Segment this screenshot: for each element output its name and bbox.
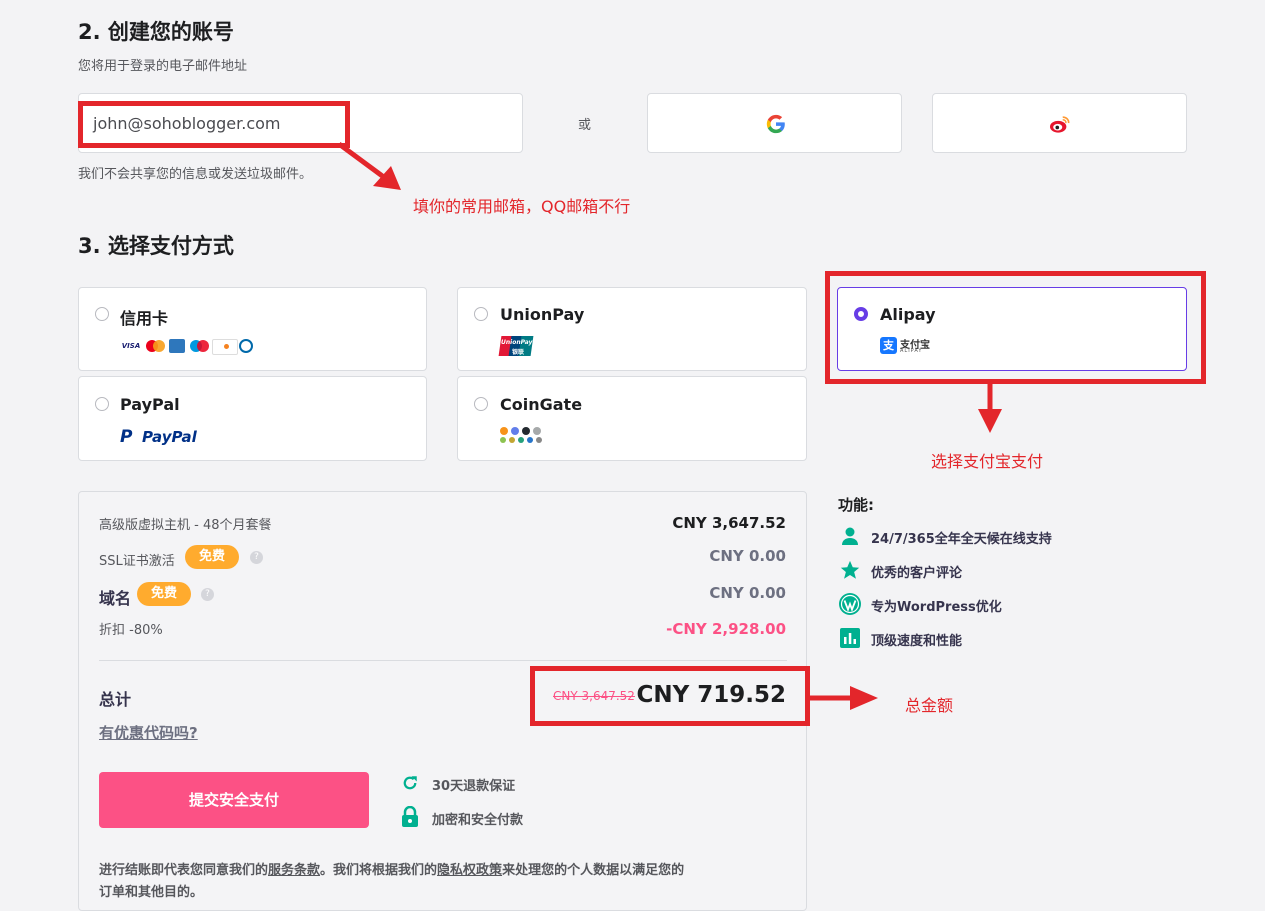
privacy-note: 我们不会共享您的信息或发送垃圾邮件。 xyxy=(78,167,313,182)
payment-name-paypal: PayPal xyxy=(120,395,180,414)
total-highlight-box xyxy=(530,666,810,726)
radio-paypal[interactable] xyxy=(95,397,109,411)
annotation-arrow-total xyxy=(808,686,878,710)
submit-payment-button[interactable]: 提交安全支付 xyxy=(99,772,369,828)
summary-divider xyxy=(99,660,787,661)
payment-option-coingate[interactable]: CoinGate xyxy=(457,376,807,461)
visa-logo: VISA xyxy=(121,342,141,350)
payment-option-paypal[interactable]: PayPal P PayPal xyxy=(78,376,427,461)
weibo-icon xyxy=(1050,116,1070,133)
summary-value-discount: -CNY 2,928.00 xyxy=(666,620,786,638)
crypto-logos xyxy=(500,427,548,443)
feature-speed: 顶级速度和性能 xyxy=(871,634,963,649)
weibo-login-button[interactable] xyxy=(932,93,1187,153)
feature-wordpress: 专为WordPress优化 xyxy=(871,600,1002,615)
payment-name-credit-card: 信用卡 xyxy=(120,309,169,328)
annotation-arrow-alipay xyxy=(978,381,1002,433)
coupon-link[interactable]: 有优惠代码吗? xyxy=(99,722,198,743)
section-title-payment: 3. 选择支付方式 xyxy=(78,234,234,258)
summary-value-hosting: CNY 3,647.52 xyxy=(672,514,786,532)
payment-option-unionpay[interactable]: UnionPay UnionPay 银联 xyxy=(457,287,807,371)
google-icon xyxy=(766,114,785,134)
features-title: 功能: xyxy=(838,496,874,514)
bitcoin-icon xyxy=(500,427,508,435)
legal-text: 进行结账即代表您同意我们的服务条款。我们将根据我们的隐私权政策来处理您的个人数据… xyxy=(99,863,685,900)
payment-option-credit-card[interactable]: 信用卡 VISA xyxy=(78,287,427,371)
ssl-help-icon[interactable]: ? xyxy=(250,551,263,564)
summary-item-discount: 折扣 -80% xyxy=(99,623,163,638)
annotation-arrow-email xyxy=(337,141,401,190)
ripple-icon xyxy=(522,427,530,435)
radio-unionpay[interactable] xyxy=(474,307,488,321)
domain-help-icon[interactable]: ? xyxy=(201,588,214,601)
total-label: 总计 xyxy=(99,690,132,709)
annotation-alipay-hint: 选择支付宝支付 xyxy=(931,452,1044,471)
ssl-free-badge: 免费 xyxy=(185,545,240,569)
bar-chart-icon xyxy=(840,628,860,648)
email-instruction: 您将用于登录的电子邮件地址 xyxy=(78,59,248,74)
lock-icon xyxy=(402,806,418,827)
maestro-logo xyxy=(188,339,210,353)
domain-free-badge: 免费 xyxy=(137,582,192,606)
litecoin-icon xyxy=(533,427,541,435)
feature-support: 24/7/365全年全天候在线支持 xyxy=(871,532,1052,547)
diners-logo xyxy=(239,339,253,353)
refresh-icon xyxy=(403,776,417,790)
privacy-policy-link[interactable]: 隐私权政策 xyxy=(437,863,502,878)
mastercard-logo xyxy=(144,339,166,353)
feature-reviews: 优秀的客户评论 xyxy=(871,566,963,581)
terms-of-service-link[interactable]: 服务条款 xyxy=(268,863,320,878)
google-login-button[interactable] xyxy=(647,93,902,153)
annotation-email-hint: 填你的常用邮箱，QQ邮箱不行 xyxy=(413,197,631,216)
email-highlight-box xyxy=(78,101,350,148)
guarantee-refund: 30天退款保证 xyxy=(432,779,516,794)
paypal-p-icon: P xyxy=(120,427,133,447)
summary-value-ssl: CNY 0.00 xyxy=(709,547,786,565)
person-support-icon xyxy=(842,527,858,545)
summary-item-hosting: 高级版虚拟主机 - 48个月套餐 xyxy=(99,518,272,533)
payment-name-coingate: CoinGate xyxy=(500,395,583,414)
star-icon xyxy=(840,560,860,579)
paypal-logo: P PayPal xyxy=(120,427,197,447)
section-title-account: 2. 创建您的账号 xyxy=(78,20,234,44)
ethereum-icon xyxy=(511,427,519,435)
summary-item-domain: 域名 xyxy=(99,589,132,608)
alipay-highlight-box xyxy=(825,271,1206,384)
card-brand-logos: VISA xyxy=(120,338,260,355)
summary-value-domain: CNY 0.00 xyxy=(709,584,786,602)
wordpress-icon xyxy=(839,593,861,615)
unionpay-logo: UnionPay 银联 xyxy=(498,336,534,356)
annotation-total-hint: 总金额 xyxy=(905,696,954,715)
radio-coingate[interactable] xyxy=(474,397,488,411)
guarantee-secure: 加密和安全付款 xyxy=(432,813,524,828)
discover-logo xyxy=(212,339,238,355)
amex-logo xyxy=(169,339,185,353)
payment-name-unionpay: UnionPay xyxy=(500,305,585,324)
summary-item-ssl: SSL证书激活 xyxy=(99,554,175,569)
radio-credit-card[interactable] xyxy=(95,307,109,321)
or-divider: 或 xyxy=(578,118,592,133)
